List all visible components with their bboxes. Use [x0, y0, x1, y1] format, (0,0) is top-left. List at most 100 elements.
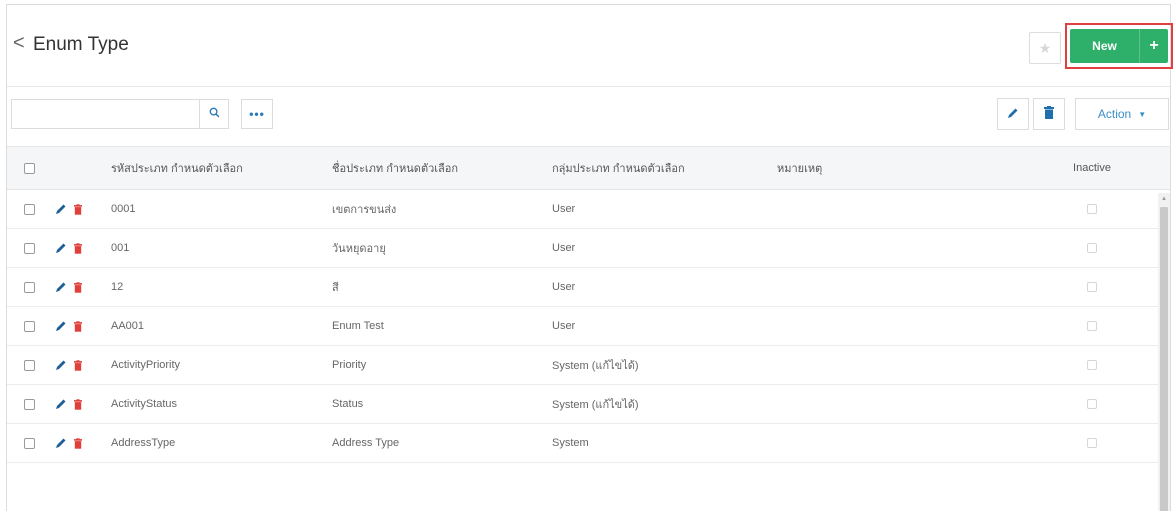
column-header-group[interactable]: กลุ่มประเภท กำหนดตัวเลือก — [552, 147, 685, 189]
favorite-button[interactable]: ★ — [1029, 32, 1061, 64]
caret-down-icon: ▼ — [1138, 109, 1147, 119]
select-all-checkbox[interactable] — [24, 147, 35, 189]
table-row[interactable]: ActivityStatus Status System (แก้ไขได้) — [7, 385, 1170, 424]
inactive-checkbox[interactable] — [1087, 243, 1097, 253]
cell-name: Enum Test — [332, 320, 384, 332]
table-row[interactable]: 001 วันหยุดอายุ User — [7, 229, 1170, 268]
row-actions — [55, 424, 82, 462]
cell-group: User — [552, 242, 576, 254]
column-header-code[interactable]: รหัสประเภท กำหนดตัวเลือก — [111, 147, 243, 189]
more-options-button[interactable]: ••• — [241, 99, 273, 129]
table-row[interactable]: AA001 Enum Test User — [7, 307, 1170, 346]
search-button[interactable] — [199, 99, 229, 129]
delete-row-button[interactable] — [74, 320, 82, 332]
cell-inactive[interactable] — [1070, 190, 1114, 228]
ellipsis-icon: ••• — [249, 107, 265, 121]
plus-icon: + — [1149, 37, 1159, 54]
row-checkbox[interactable] — [24, 190, 35, 228]
checkbox-icon — [24, 242, 35, 254]
cell-code: 001 — [111, 242, 130, 254]
row-checkbox[interactable] — [24, 307, 35, 345]
column-header-inactive[interactable]: Inactive — [1070, 147, 1114, 189]
page-header: < Enum Type ★ New + — [7, 5, 1173, 87]
cell-group: System (แก้ไขได้) — [552, 399, 639, 411]
action-dropdown[interactable]: Action ▼ — [1075, 98, 1169, 130]
edit-selected-button[interactable] — [997, 98, 1029, 130]
cell-name: Address Type — [332, 437, 400, 449]
cell-inactive[interactable] — [1070, 229, 1114, 267]
table-row[interactable]: 0001 เขตการขนส่ง User — [7, 190, 1170, 229]
cell-code: AddressType — [111, 437, 176, 449]
edit-row-button[interactable] — [55, 281, 67, 293]
inactive-checkbox[interactable] — [1087, 321, 1097, 331]
table-body: 0001 เขตการขนส่ง User 001 วันหยุดอายุ Us… — [7, 190, 1170, 463]
scroll-up-arrow-icon[interactable]: ▲ — [1158, 193, 1170, 205]
edit-row-button[interactable] — [55, 437, 67, 449]
delete-row-button[interactable] — [74, 359, 82, 371]
trash-icon — [74, 437, 82, 449]
scrollbar-thumb[interactable] — [1160, 207, 1168, 511]
pencil-icon — [56, 438, 66, 448]
cell-group: System — [552, 437, 589, 449]
edit-row-button[interactable] — [55, 398, 67, 410]
delete-row-button[interactable] — [74, 437, 82, 449]
toolbar: ••• Action ▼ — [7, 97, 1170, 133]
table-row[interactable]: 12 สี User — [7, 268, 1170, 307]
trash-icon — [74, 203, 82, 215]
cell-group: User — [552, 203, 576, 215]
row-checkbox[interactable] — [24, 424, 35, 462]
new-button-highlight: New + — [1065, 23, 1173, 69]
pencil-icon — [56, 243, 66, 253]
cell-code: ActivityStatus — [111, 398, 178, 410]
cell-inactive[interactable] — [1070, 385, 1114, 423]
page-title: Enum Type — [33, 34, 129, 55]
search-input[interactable] — [11, 99, 199, 129]
cell-inactive[interactable] — [1070, 307, 1114, 345]
table-row[interactable]: ActivityPriority Priority System (แก้ไขไ… — [7, 346, 1170, 385]
delete-row-button[interactable] — [74, 242, 82, 254]
cell-name: Status — [332, 398, 364, 410]
cell-name: สี — [332, 282, 339, 294]
new-button[interactable]: New — [1070, 29, 1140, 63]
delete-row-button[interactable] — [74, 203, 82, 215]
column-header-note[interactable]: หมายเหตุ — [777, 147, 822, 189]
row-checkbox[interactable] — [24, 385, 35, 423]
row-checkbox[interactable] — [24, 346, 35, 384]
inactive-checkbox[interactable] — [1087, 399, 1097, 409]
edit-row-button[interactable] — [55, 242, 67, 254]
row-checkbox[interactable] — [24, 229, 35, 267]
cell-group: User — [552, 281, 576, 293]
row-checkbox[interactable] — [24, 268, 35, 306]
cell-inactive[interactable] — [1070, 424, 1114, 462]
cell-code: ActivityPriority — [111, 359, 181, 371]
new-plus-button[interactable]: + — [1140, 29, 1168, 63]
trash-icon — [1044, 106, 1054, 122]
table-header: รหัสประเภท กำหนดตัวเลือก ชื่อประเภท กำหน… — [7, 146, 1170, 190]
vertical-scrollbar[interactable]: ▲ — [1158, 193, 1170, 511]
trash-icon — [74, 281, 82, 293]
delete-row-button[interactable] — [74, 281, 82, 293]
inactive-checkbox[interactable] — [1087, 438, 1097, 448]
enum-type-table: รหัสประเภท กำหนดตัวเลือก ชื่อประเภท กำหน… — [7, 146, 1170, 463]
cell-inactive[interactable] — [1070, 268, 1114, 306]
inactive-checkbox[interactable] — [1087, 360, 1097, 370]
table-row[interactable]: AddressType Address Type System — [7, 424, 1170, 463]
back-button[interactable]: < — [13, 33, 25, 53]
action-label: Action — [1097, 107, 1132, 121]
new-button-group: New + — [1070, 29, 1168, 63]
cell-name: วันหยุดอายุ — [332, 243, 386, 255]
checkbox-icon — [24, 203, 35, 215]
star-icon: ★ — [1038, 39, 1052, 56]
cell-inactive[interactable] — [1070, 346, 1114, 384]
inactive-checkbox[interactable] — [1087, 282, 1097, 292]
column-header-name[interactable]: ชื่อประเภท กำหนดตัวเลือก — [332, 147, 458, 189]
edit-row-button[interactable] — [55, 320, 67, 332]
delete-row-button[interactable] — [74, 398, 82, 410]
pencil-icon — [1007, 107, 1019, 122]
trash-icon — [74, 242, 82, 254]
edit-row-button[interactable] — [55, 203, 67, 215]
pencil-icon — [56, 282, 66, 292]
delete-selected-button[interactable] — [1033, 98, 1065, 130]
inactive-checkbox[interactable] — [1087, 204, 1097, 214]
edit-row-button[interactable] — [55, 359, 67, 371]
